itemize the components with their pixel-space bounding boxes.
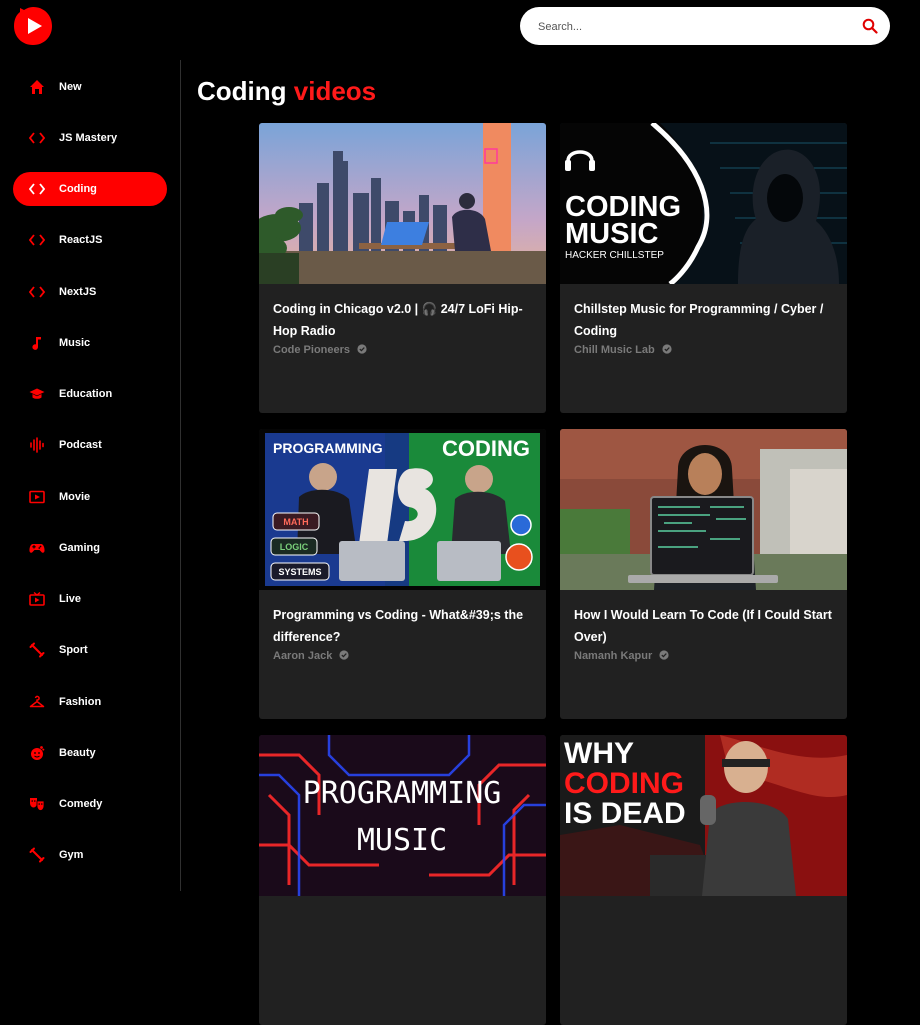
thumbnail-text: CODING: [564, 767, 684, 800]
channel-name[interactable]: Chill Music Lab: [574, 344, 655, 356]
sidebar-item-label: Coding: [59, 183, 97, 195]
sidebar-item-label: NextJS: [59, 286, 97, 298]
video-thumbnail[interactable]: [259, 123, 546, 284]
top-bar: [0, 0, 920, 60]
thumbnail-text: IS DEAD: [564, 797, 686, 830]
channel-name[interactable]: Namanh Kapur: [574, 650, 652, 662]
sidebar-item-fashion[interactable]: Fashion: [13, 685, 167, 719]
sidebar-item-coding[interactable]: Coding: [13, 172, 167, 206]
logo-icon[interactable]: [13, 6, 53, 46]
graduation-cap-icon: [29, 388, 45, 399]
video-thumbnail[interactable]: CODING MUSIC HACKER CHILLSTEP: [560, 123, 847, 284]
gamepad-icon: [29, 544, 45, 553]
sidebar-item-label: Comedy: [59, 798, 103, 810]
sidebar-item-label: Sport: [59, 644, 88, 656]
thumbnail-text: LOGIC: [280, 542, 309, 552]
sidebar-item-label: Podcast: [59, 439, 102, 451]
thumbnail-text: PROGRAMMING: [303, 776, 502, 811]
video-thumbnail[interactable]: WHY CODING IS DEAD: [560, 735, 847, 896]
hanger-icon: [29, 695, 45, 708]
sidebar-item-label: Fashion: [59, 696, 102, 708]
verified-icon: [357, 344, 367, 354]
sidebar-item-label: JS Mastery: [59, 132, 118, 144]
thumbnail-text: MUSIC: [565, 218, 659, 250]
verified-icon: [339, 650, 349, 660]
channel-meta[interactable]: Code Pioneers: [273, 344, 367, 356]
live-tv-icon: [29, 591, 45, 606]
sidebar-item-reactjs[interactable]: ReactJS: [13, 223, 167, 257]
verified-icon: [659, 650, 669, 660]
thumbnail-text: VS: [367, 529, 375, 535]
sidebar-item-education[interactable]: Education: [13, 377, 167, 411]
search-input[interactable]: [536, 7, 850, 47]
video-card[interactable]: WHY CODING IS DEAD: [560, 735, 847, 1025]
movie-icon: [29, 490, 45, 504]
sidebar-item-beauty[interactable]: Beauty: [13, 736, 167, 770]
page-title: Coding videos: [197, 75, 376, 107]
video-card[interactable]: PROGRAMMING MUSIC: [259, 735, 546, 1025]
sidebar-item-movie[interactable]: Movie: [13, 480, 167, 514]
sidebar-item-label: Live: [59, 593, 82, 605]
video-card[interactable]: PROGRAMMING CODING VS MATH LOGIC SYSTEMS…: [259, 429, 546, 719]
video-thumbnail[interactable]: [560, 429, 847, 590]
dumbbell-icon: [29, 847, 45, 863]
sidebar-item-label: Music: [59, 337, 91, 349]
sidebar-item-label: Education: [59, 388, 113, 400]
video-thumbnail[interactable]: PROGRAMMING CODING VS MATH LOGIC SYSTEMS: [259, 429, 546, 590]
channel-meta[interactable]: Chill Music Lab: [574, 344, 672, 356]
sidebar-item-label: Movie: [59, 491, 91, 503]
thumbnail-text: MUSIC: [357, 823, 447, 858]
page-title-accent: videos: [293, 76, 377, 106]
video-title[interactable]: Coding in Chicago v2.0 | 🎧 24/7 LoFi Hip…: [273, 298, 535, 342]
verified-icon: [662, 344, 672, 354]
thumbnail-text: HACKER CHILLSTEP: [565, 250, 664, 261]
video-card[interactable]: Coding in Chicago v2.0 | 🎧 24/7 LoFi Hip…: [259, 123, 546, 413]
sidebar-item-podcast[interactable]: Podcast: [13, 428, 167, 462]
video-card[interactable]: CODING MUSIC HACKER CHILLSTEP Chillstep …: [560, 123, 847, 413]
thumbnail-text: PROGRAMMING: [273, 440, 383, 456]
code-icon: [29, 286, 45, 298]
sport-icon: [29, 642, 45, 658]
theater-masks-icon: [30, 798, 45, 811]
sidebar-item-js-mastery[interactable]: JS Mastery: [13, 121, 167, 155]
thumbnail-text: SYSTEMS: [278, 567, 321, 577]
search-bar: [520, 7, 890, 47]
sidebar-item-label: Gym: [59, 849, 84, 861]
thumbnail-text: WHY: [564, 737, 634, 770]
channel-name[interactable]: Code Pioneers: [273, 344, 350, 356]
home-icon: [30, 80, 44, 94]
code-icon: [29, 234, 45, 246]
music-note-icon: [32, 337, 41, 350]
code-icon: [29, 183, 45, 195]
video-title[interactable]: Programming vs Coding - What&#39;s the d…: [273, 604, 535, 648]
sidebar-item-label: Gaming: [59, 542, 100, 554]
sidebar: New JS Mastery Coding ReactJS NextJS Mus…: [0, 60, 181, 891]
face-icon: [31, 746, 45, 760]
code-icon: [29, 132, 45, 144]
thumbnail-text: CODING: [442, 436, 530, 461]
sidebar-item-nextjs[interactable]: NextJS: [13, 275, 167, 309]
sidebar-item-gaming[interactable]: Gaming: [13, 531, 167, 565]
page-title-prefix: Coding: [197, 76, 287, 106]
sidebar-item-new[interactable]: New: [13, 70, 167, 104]
sidebar-item-sport[interactable]: Sport: [13, 633, 167, 667]
video-card[interactable]: How I Would Learn To Code (If I Could St…: [560, 429, 847, 719]
podcast-icon: [30, 437, 44, 453]
sidebar-item-gym[interactable]: Gym: [13, 838, 167, 872]
video-title[interactable]: Chillstep Music for Programming / Cyber …: [574, 298, 836, 342]
channel-name[interactable]: Aaron Jack: [273, 650, 332, 662]
sidebar-item-label: New: [59, 81, 82, 93]
thumbnail-text: MATH: [283, 517, 308, 527]
video-title[interactable]: How I Would Learn To Code (If I Could St…: [574, 604, 836, 648]
sidebar-item-comedy[interactable]: Comedy: [13, 787, 167, 821]
search-icon[interactable]: [862, 18, 878, 34]
sidebar-item-label: ReactJS: [59, 234, 103, 246]
sidebar-item-live[interactable]: Live: [13, 582, 167, 616]
channel-meta[interactable]: Namanh Kapur: [574, 650, 669, 662]
sidebar-item-music[interactable]: Music: [13, 326, 167, 360]
channel-meta[interactable]: Aaron Jack: [273, 650, 349, 662]
sidebar-item-label: Beauty: [59, 747, 96, 759]
video-thumbnail[interactable]: PROGRAMMING MUSIC: [259, 735, 546, 896]
